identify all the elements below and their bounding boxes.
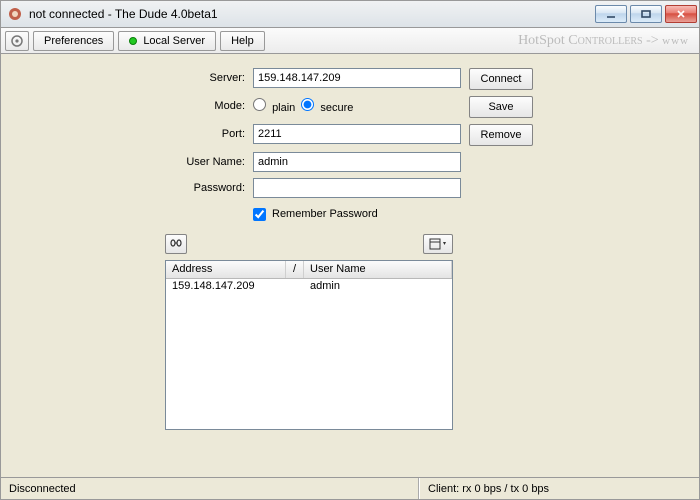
column-username[interactable]: User Name (304, 261, 392, 278)
table-row[interactable]: 159.148.147.209 admin (166, 279, 452, 295)
statusbar: Disconnected Client: rx 0 bps / tx 0 bps (0, 478, 700, 500)
minimize-button[interactable] (595, 5, 627, 23)
remember-password-label: Remember Password (272, 208, 378, 220)
mode-plain-option[interactable]: plain (253, 98, 295, 114)
preferences-button[interactable]: Preferences (33, 31, 114, 51)
server-label: Server: (165, 68, 245, 90)
help-button[interactable]: Help (220, 31, 265, 51)
save-button[interactable]: Save (469, 96, 533, 118)
status-right: Client: rx 0 bps / tx 0 bps (419, 478, 699, 499)
password-input[interactable] (253, 178, 461, 198)
cell-address: 159.148.147.209 (166, 279, 286, 295)
app-icon (7, 6, 23, 22)
remember-password-checkbox[interactable] (253, 208, 266, 221)
status-dot-icon (129, 37, 137, 45)
mode-label: Mode: (165, 96, 245, 118)
column-sort-indicator: / (286, 261, 304, 278)
titlebar: not connected - The Dude 4.0beta1 (0, 0, 700, 28)
connection-form: Server: Connect Mode: plain secure Save … (165, 68, 535, 477)
window-controls (595, 5, 697, 23)
local-server-button[interactable]: Local Server (118, 31, 216, 51)
port-input[interactable] (253, 124, 461, 144)
username-input[interactable] (253, 152, 461, 172)
password-label: Password: (165, 178, 245, 198)
port-label: Port: (165, 124, 245, 146)
window-title: not connected - The Dude 4.0beta1 (29, 7, 595, 21)
remove-button[interactable]: Remove (469, 124, 533, 146)
username-label: User Name: (165, 152, 245, 172)
settings-button[interactable] (5, 31, 29, 51)
toolbar: Preferences Local Server Help HotSpot Co… (0, 28, 700, 54)
server-input[interactable] (253, 68, 461, 88)
column-address[interactable]: Address (166, 261, 286, 278)
connect-button[interactable]: Connect (469, 68, 533, 90)
hotspot-banner: HotSpot Controllers -> www (518, 33, 695, 49)
status-left: Disconnected (1, 478, 419, 499)
find-button[interactable] (165, 234, 187, 254)
close-button[interactable] (665, 5, 697, 23)
mode-secure-option[interactable]: secure (301, 98, 353, 114)
servers-table[interactable]: Address / User Name 159.148.147.209 admin (165, 260, 453, 430)
cell-user: admin (304, 279, 392, 295)
view-options-button[interactable] (423, 234, 453, 254)
column-spacer (392, 261, 452, 278)
mode-row: plain secure (253, 96, 461, 116)
client-area: Server: Connect Mode: plain secure Save … (0, 54, 700, 478)
maximize-button[interactable] (630, 5, 662, 23)
